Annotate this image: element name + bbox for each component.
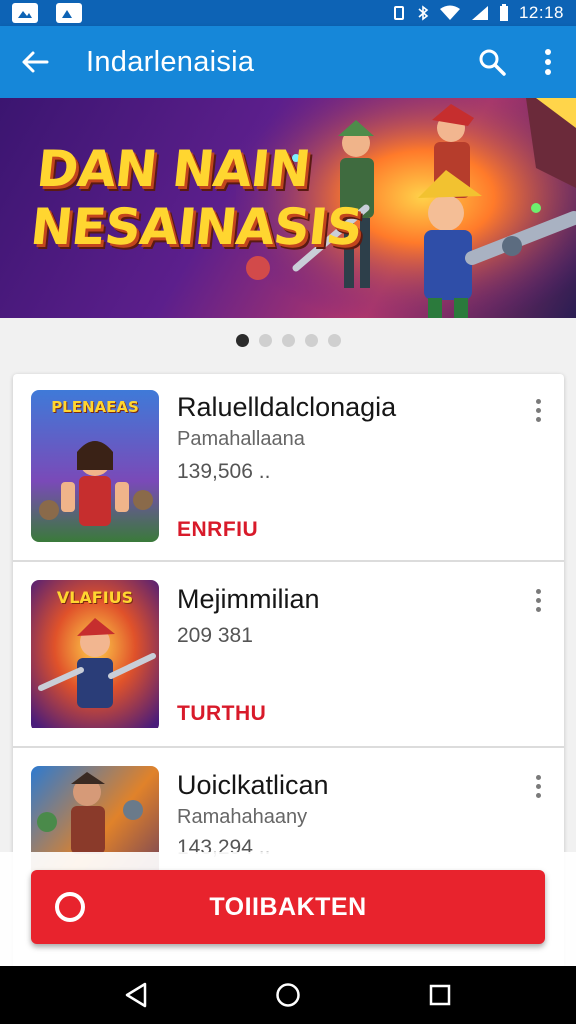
arrow-left-icon [22, 51, 49, 73]
pager-dot[interactable] [327, 334, 341, 347]
item-count: 139,506 .. [177, 460, 271, 483]
status-bar: 12:18 [0, 0, 576, 26]
more-vert-icon [535, 774, 541, 780]
item-subtitle: Ramahahaany [177, 806, 308, 828]
pager-dot[interactable] [258, 334, 272, 347]
more-vert-icon [535, 588, 541, 594]
wifi-icon [439, 5, 460, 20]
cta-container: TOIIBAKTEN [0, 852, 576, 966]
system-navigation-bar [0, 966, 576, 1024]
triangle-back-icon [125, 982, 147, 1008]
nav-back-button[interactable] [106, 966, 166, 1024]
overflow-menu-button[interactable] [520, 26, 576, 98]
nav-recents-button[interactable] [410, 966, 470, 1024]
photo-notification-icon [56, 3, 82, 23]
bluetooth-icon [418, 5, 429, 21]
item-title: Raluelldalclonagia [177, 392, 397, 422]
more-vert-icon [535, 398, 541, 404]
circle-icon [55, 892, 85, 922]
pager-dot[interactable] [304, 334, 318, 347]
banner-pager [0, 334, 576, 347]
banner-title-line-2: NESAINASIS [27, 198, 365, 256]
item-more-button[interactable] [526, 392, 550, 428]
battery-icon [499, 4, 508, 21]
circle-home-icon [276, 983, 300, 1007]
thumbnail-logo: PLENAEAS [51, 398, 139, 416]
pager-dot[interactable] [281, 334, 295, 347]
image-notification-icon [12, 3, 38, 23]
item-tag[interactable]: TURTHU [177, 702, 266, 726]
square-recents-icon [429, 984, 451, 1006]
item-more-button[interactable] [526, 582, 550, 618]
item-title: Uoiclkatlican [177, 770, 329, 800]
app-bar: Indarlenaisia [0, 26, 576, 98]
status-time: 12:18 [518, 3, 564, 22]
item-title: Mejimmilian [177, 584, 320, 614]
app-thumbnail[interactable]: VLAFIUS [31, 580, 159, 732]
pager-dot-active[interactable] [235, 334, 249, 347]
nav-home-button[interactable] [258, 966, 318, 1024]
list-item[interactable]: PLENAEAS Raluelldalclonagia Pamahallaana… [13, 374, 564, 562]
app-thumbnail[interactable]: PLENAEAS [31, 390, 159, 542]
primary-action-label: TOIIBAKTEN [209, 892, 367, 921]
search-icon [479, 49, 506, 76]
more-vert-icon [545, 49, 551, 75]
thumbnail-logo: VLAFIUS [56, 588, 134, 607]
back-button[interactable] [0, 26, 70, 98]
item-more-button[interactable] [526, 768, 550, 804]
list-item[interactable]: VLAFIUS Mejimmilian 209 381 TURTHU [13, 562, 564, 750]
item-count: 209 381 [177, 624, 253, 647]
promo-banner[interactable]: DAN NAIN NESAINASIS [0, 98, 576, 318]
item-tag[interactable]: ENRFIU [177, 518, 258, 542]
search-button[interactable] [464, 26, 520, 98]
app-title: Indarlenaisia [86, 45, 255, 78]
signal-icon [471, 6, 488, 20]
banner-title: DAN NAIN NESAINASIS [28, 140, 371, 256]
item-subtitle: Pamahallaana [177, 428, 305, 450]
primary-action-button[interactable]: TOIIBAKTEN [31, 870, 545, 944]
vibrate-icon [393, 6, 404, 20]
banner-title-line-1: DAN NAIN [34, 140, 313, 198]
